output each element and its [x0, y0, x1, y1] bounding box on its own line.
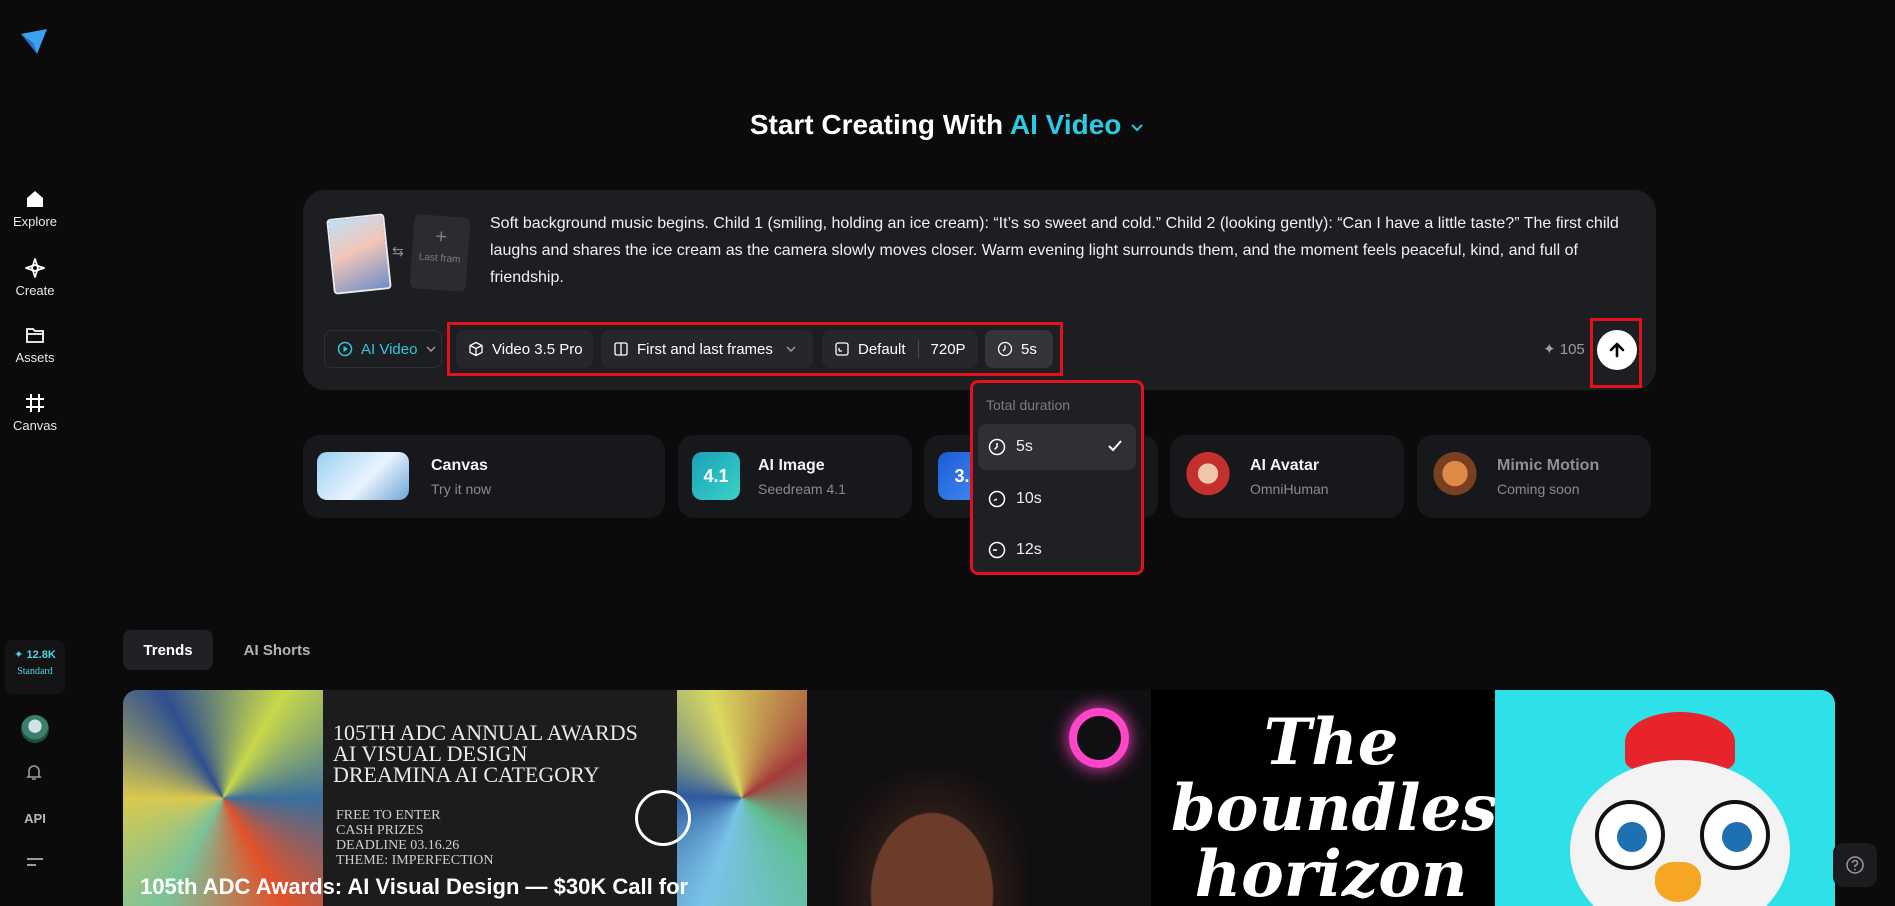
prompt-input[interactable]: Soft background music begins. Child 1 (s…	[490, 210, 1640, 291]
feature-card-ai-avatar[interactable]: AI Avatar OmniHuman	[1170, 435, 1404, 518]
settings-highlight-box	[447, 322, 1063, 376]
neon-ring	[1069, 708, 1129, 768]
portrait-image	[837, 768, 1027, 906]
rooster-eye	[1595, 800, 1665, 870]
seedream-badge: 4.1	[692, 452, 740, 500]
folder-icon	[26, 328, 44, 343]
mode-selector[interactable]: AI Video	[1010, 109, 1145, 140]
gallery-card-rooster[interactable]	[1495, 690, 1835, 906]
home-icon	[27, 191, 43, 207]
credit-cost: ✦ 105	[1543, 341, 1585, 358]
paper-plane-logo-icon[interactable]	[19, 26, 49, 56]
sidebar-item-create[interactable]: Create	[0, 257, 70, 298]
clock-icon	[988, 541, 1006, 559]
grid-icon	[26, 394, 44, 412]
feature-subtitle: OmniHuman	[1250, 481, 1329, 497]
help-icon[interactable]	[1833, 843, 1877, 887]
feature-subtitle: Seedream 4.1	[758, 481, 846, 497]
api-link[interactable]: API	[0, 811, 70, 826]
award-details: FREE TO ENTER CASH PRIZES DEADLINE 03.16…	[336, 808, 494, 868]
avatar-thumbnail	[1184, 452, 1232, 500]
chevron-down-icon	[1131, 123, 1143, 132]
first-frame-thumbnail[interactable]	[326, 213, 392, 295]
feature-card-ai-image[interactable]: 4.1 AI Image Seedream 4.1	[678, 435, 912, 518]
credits-amount: ✦ 12.8K	[14, 649, 56, 661]
gallery-card-adc-awards[interactable]: 105TH ADC ANNUAL AWARDS AI VISUAL DESIGN…	[123, 690, 807, 906]
award-heading-line: 105TH ADC ANNUAL AWARDS	[333, 720, 638, 745]
feature-title: AI Image	[758, 457, 825, 474]
sparkle-icon	[25, 258, 45, 278]
rooster-eye	[1700, 800, 1770, 870]
award-heading: 105TH ADC ANNUAL AWARDS AI VISUAL DESIGN…	[333, 720, 683, 787]
sidebar-item-assets[interactable]: Assets	[0, 324, 70, 365]
mode-dropdown-button[interactable]: AI Video	[324, 330, 442, 368]
feature-card-mimic-motion[interactable]: Mimic Motion Coming soon	[1417, 435, 1651, 518]
arrow-up-icon	[1609, 342, 1625, 358]
gallery-card-portrait[interactable]	[807, 690, 1151, 906]
sidebar-item-explore[interactable]: Explore	[0, 188, 70, 229]
clock-icon	[988, 490, 1006, 508]
option-label: 12s	[1016, 541, 1042, 558]
swap-frames-icon[interactable]: ⇆	[392, 243, 404, 260]
feature-title: AI Avatar	[1250, 457, 1320, 474]
award-detail-line: FREE TO ENTER	[336, 808, 441, 823]
award-detail-line: CASH PRIZES	[336, 823, 424, 838]
title-prefix: Start Creating With	[749, 109, 1004, 140]
plus-icon: +	[434, 225, 448, 249]
last-frame-upload[interactable]: + Last fram	[409, 214, 471, 292]
bell-icon[interactable]	[24, 762, 44, 787]
gallery-caption: 105th ADC Awards: AI Visual Design — $30…	[140, 874, 689, 899]
duration-dropdown: Total duration 5s 10s 12s	[970, 380, 1144, 575]
duration-option-5s[interactable]: 5s	[978, 424, 1136, 470]
feature-title: Canvas	[431, 457, 488, 474]
sidebar-item-label: Canvas	[12, 418, 58, 433]
dropdown-title: Total duration	[986, 397, 1071, 413]
sidebar-item-canvas[interactable]: Canvas	[0, 392, 70, 433]
video-play-icon	[337, 341, 353, 357]
feature-card-canvas[interactable]: Canvas Try it now	[303, 435, 665, 518]
gallery-card-boundless-horizon[interactable]: The boundless horizon	[1151, 690, 1534, 906]
tab-trends[interactable]: Trends	[123, 630, 213, 670]
trends-gallery: 105TH ADC ANNUAL AWARDS AI VISUAL DESIGN…	[123, 690, 1835, 906]
mimic-thumbnail	[1431, 452, 1479, 500]
chevron-down-icon	[426, 346, 436, 353]
canvas-thumbnail	[317, 452, 409, 500]
award-detail-line: THEME: IMPERFECTION	[336, 853, 494, 868]
sidebar-item-label: Assets	[15, 350, 55, 365]
generate-button[interactable]	[1597, 330, 1637, 370]
duration-option-10s[interactable]: 10s	[978, 476, 1136, 522]
award-detail-line: DEADLINE 03.16.26	[336, 838, 460, 853]
tab-ai-shorts[interactable]: AI Shorts	[230, 630, 324, 670]
mosaic-art	[677, 690, 807, 906]
avatar[interactable]	[21, 715, 49, 743]
rooster-beak	[1655, 862, 1701, 902]
plan-label: Standard	[17, 666, 53, 677]
adc-logo	[635, 790, 691, 846]
feature-subtitle: Try it now	[431, 481, 492, 497]
menu-icon[interactable]	[26, 856, 44, 875]
feature-subtitle: Coming soon	[1497, 481, 1580, 497]
option-label: 5s	[1016, 438, 1033, 455]
sidebar-item-label: Create	[15, 283, 55, 298]
mode-label: AI Video	[1009, 109, 1122, 140]
credits-badge[interactable]: ✦ 12.8K Standard	[5, 640, 65, 694]
mode-button-label: AI Video	[361, 340, 418, 358]
duration-option-12s[interactable]: 12s	[978, 527, 1136, 573]
option-label: 10s	[1016, 490, 1042, 507]
clock-icon	[988, 438, 1006, 456]
poster-text: The boundless horizon	[1171, 705, 1534, 906]
award-heading-line: DREAMINA AI CATEGORY	[333, 762, 600, 787]
check-icon	[1108, 440, 1122, 452]
last-frame-label: Last fram	[418, 251, 461, 266]
page-title: Start Creating With AI Video	[0, 109, 1895, 141]
sidebar-item-label: Explore	[12, 214, 58, 229]
award-heading-line: AI VISUAL DESIGN	[333, 741, 528, 766]
feature-title: Mimic Motion	[1497, 457, 1600, 474]
